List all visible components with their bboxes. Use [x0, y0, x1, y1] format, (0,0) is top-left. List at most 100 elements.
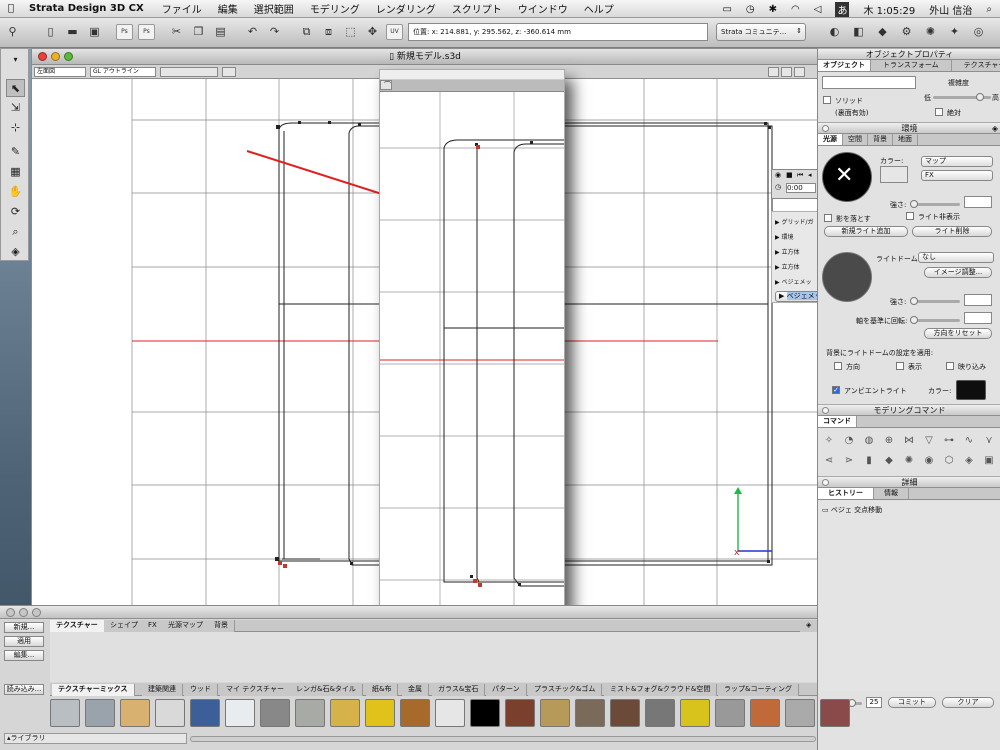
object-icon[interactable]: ◆: [874, 24, 891, 40]
ime-icon[interactable]: あ: [835, 1, 850, 17]
minimize-button[interactable]: [19, 608, 28, 617]
close-button[interactable]: [6, 608, 15, 617]
ambient-color-swatch[interactable]: [956, 380, 986, 400]
minimize-button[interactable]: [51, 52, 60, 61]
pen-tool-icon[interactable]: ✎: [6, 143, 25, 161]
menu-selection[interactable]: 選択範囲: [254, 1, 294, 16]
render-still-icon[interactable]: ◐: [826, 24, 843, 40]
select-arrow-icon[interactable]: ⬉: [6, 79, 25, 97]
photoshop-export-icon[interactable]: Ps: [116, 24, 133, 40]
spotlight-icon[interactable]: ⌕: [986, 4, 992, 15]
new-document-icon[interactable]: ▯: [42, 24, 59, 40]
skin-icon[interactable]: ⊕: [882, 434, 896, 448]
explode-icon[interactable]: ✺: [902, 454, 916, 468]
group-icon[interactable]: ⧈: [320, 24, 337, 40]
selected-points[interactable]: [278, 561, 287, 568]
bend-icon[interactable]: ⋎: [982, 434, 996, 448]
mesh-icon[interactable]: ◆: [882, 454, 896, 468]
tab-background[interactable]: 背景: [868, 134, 893, 145]
redo-icon[interactable]: ↷: [266, 24, 283, 40]
help-icon[interactable]: ✦: [946, 24, 963, 40]
align-icon[interactable]: ⧉: [298, 24, 315, 40]
split-view-icon[interactable]: [781, 67, 792, 77]
light-strength-field[interactable]: [964, 196, 992, 208]
load-resource-button[interactable]: 読み込み...: [4, 684, 44, 695]
dome-strength-knob[interactable]: [910, 297, 918, 305]
texture-swatch[interactable]: [50, 699, 80, 727]
taper-icon[interactable]: ⋗: [842, 454, 856, 468]
copy-icon[interactable]: ❐: [190, 24, 207, 40]
tab-space[interactable]: 空間: [843, 134, 868, 145]
menu-help[interactable]: ヘルプ: [584, 1, 614, 16]
texture-swatch[interactable]: [540, 699, 570, 727]
dome-strength-slider[interactable]: [910, 297, 960, 305]
tab-ground[interactable]: 地面: [893, 134, 918, 145]
cat-wood[interactable]: ウッド: [184, 684, 218, 696]
environment-header[interactable]: 環境 ◈: [818, 122, 1000, 134]
texture-swatch[interactable]: [820, 699, 850, 727]
cat-my-textures[interactable]: マイ テクスチャー: [220, 684, 291, 696]
texture-swatch[interactable]: [365, 699, 395, 727]
scene-item-cube-1[interactable]: ▶ 立方体: [775, 246, 817, 259]
rotate-axis-knob[interactable]: [910, 316, 918, 324]
texture-swatch[interactable]: [610, 699, 640, 727]
dir-checkbox[interactable]: [834, 362, 842, 370]
scene-item-bezier-1[interactable]: ▶ ベジェメッ: [775, 276, 817, 289]
photoshop-import-icon[interactable]: Ps: [138, 24, 155, 40]
texture-swatch[interactable]: [400, 699, 430, 727]
texture-swatch[interactable]: [785, 699, 815, 727]
eyedropper-tool-icon[interactable]: ◈: [6, 243, 25, 261]
map-select[interactable]: マップ: [921, 156, 993, 167]
menu-window[interactable]: ウインドウ: [518, 1, 568, 16]
volume-icon[interactable]: ◁: [814, 4, 822, 15]
bluetooth-icon[interactable]: ✱: [769, 4, 777, 15]
object-props-header[interactable]: オブジェクトプロパティ: [818, 48, 1000, 60]
uv-icon[interactable]: UV: [386, 24, 403, 40]
tab-fx[interactable]: FX: [142, 620, 164, 632]
twist-icon[interactable]: ⋖: [822, 454, 836, 468]
orbit-tool-icon[interactable]: ⟳: [6, 203, 25, 221]
cat-plastic-rubber[interactable]: プラスチック&ゴム: [528, 684, 603, 696]
texture-swatch[interactable]: [505, 699, 535, 727]
boolean-icon[interactable]: ⋈: [902, 434, 916, 448]
complexity-slider[interactable]: [933, 93, 991, 101]
close-dot-icon[interactable]: [822, 479, 829, 486]
tab-light[interactable]: 光源: [818, 134, 843, 145]
panel-options-icon[interactable]: ◈: [800, 620, 818, 632]
scene-item-environment[interactable]: ▶ 環境: [775, 231, 817, 244]
commit-button[interactable]: コミット: [888, 697, 936, 708]
texture-swatch[interactable]: [85, 699, 115, 727]
texture-swatch[interactable]: [435, 699, 465, 727]
lightdome-select[interactable]: なし: [918, 252, 994, 263]
texture-swatch[interactable]: [750, 699, 780, 727]
tab-textures[interactable]: テクスチャー: [50, 620, 105, 632]
array-icon[interactable]: ∿: [962, 434, 976, 448]
wifi-icon[interactable]: ◠: [791, 4, 800, 15]
solid-checkbox[interactable]: [823, 96, 831, 104]
light-direction-sphere[interactable]: ✕: [822, 152, 872, 202]
texture-swatch[interactable]: [470, 699, 500, 727]
tab-command[interactable]: コマンド: [818, 416, 857, 427]
library-select[interactable]: ▴ライブラリ: [4, 733, 187, 744]
point-tool-icon[interactable]: ⊹: [6, 119, 25, 137]
image-adjust-button[interactable]: イメージ調整...: [924, 267, 992, 278]
back-frame-icon[interactable]: ◂: [808, 171, 812, 179]
zoom-tool-icon[interactable]: ⌕: [6, 223, 25, 241]
tab-history[interactable]: ヒストリー: [818, 488, 874, 499]
close-button[interactable]: [38, 52, 47, 61]
menu-script[interactable]: スクリプト: [452, 1, 502, 16]
magnify-icon[interactable]: [768, 67, 779, 77]
texture-swatch[interactable]: [680, 699, 710, 727]
app-name-menu[interactable]: Strata Design 3D CX: [29, 3, 144, 14]
clear-button[interactable]: クリア: [942, 697, 994, 708]
zoom-button[interactable]: [64, 52, 73, 61]
cat-mist-fog-cloud[interactable]: ミスト&フォグ&クラウド&空間: [604, 684, 718, 696]
texture-swatch[interactable]: [120, 699, 150, 727]
cat-pattern[interactable]: パターン: [486, 684, 527, 696]
ungroup-icon[interactable]: ⬚: [342, 24, 359, 40]
texture-swatch[interactable]: [225, 699, 255, 727]
center-icon[interactable]: ✥: [364, 24, 381, 40]
scene-item-grid[interactable]: ▶ グリッド/ガ: [775, 216, 817, 229]
scene-item-bezier-2[interactable]: ▶ ベジェメッ: [775, 291, 817, 302]
render-frame-icon[interactable]: ◧: [850, 24, 867, 40]
